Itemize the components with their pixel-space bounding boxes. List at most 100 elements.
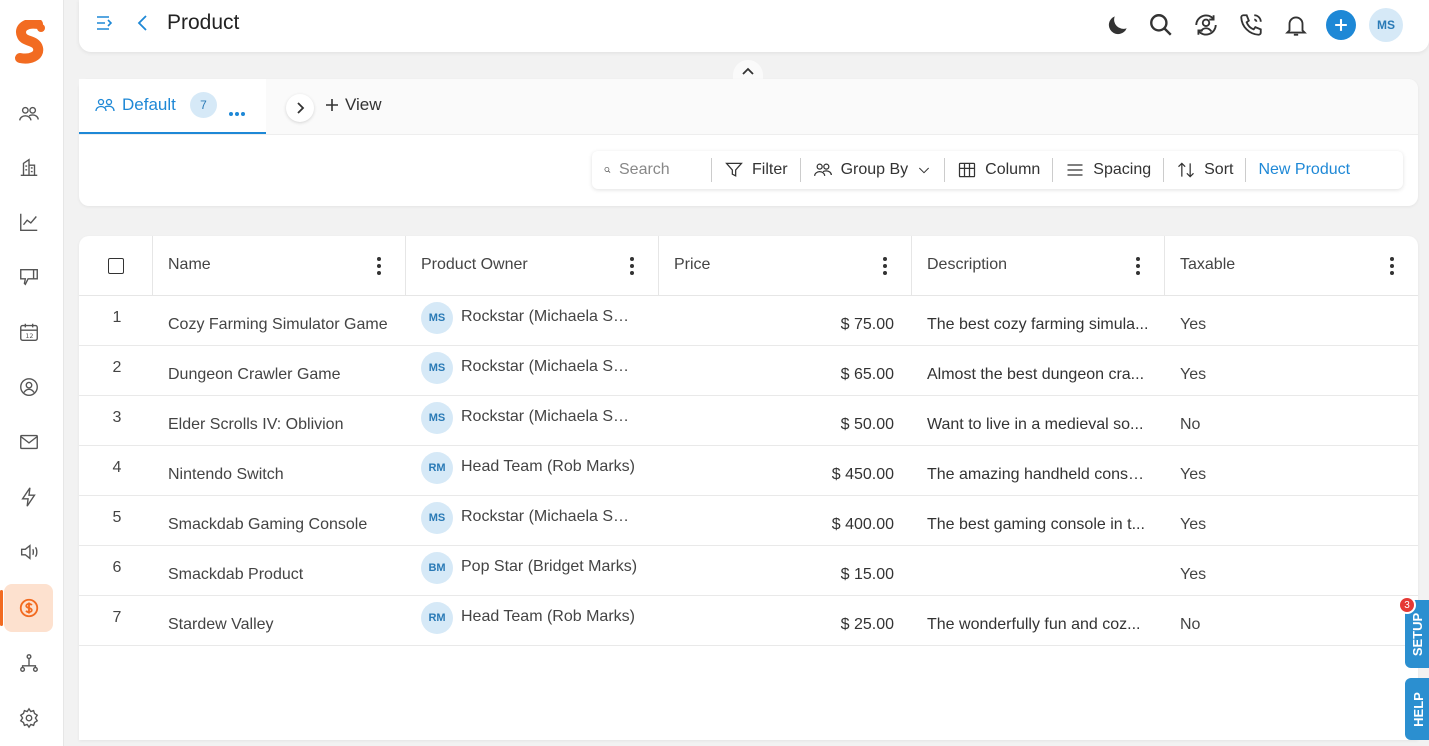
sidebar-item-mail[interactable] (4, 418, 53, 466)
product-name[interactable]: Elder Scrolls IV: Oblivion (168, 416, 398, 434)
phone-button[interactable] (1236, 10, 1266, 40)
owner-avatar: MS (421, 502, 453, 534)
column-label: Column (985, 161, 1041, 178)
scroll-views-button[interactable] (286, 94, 314, 122)
user-avatar[interactable]: MS (1369, 8, 1403, 42)
dark-mode-button[interactable] (1103, 10, 1133, 40)
new-product-button[interactable]: New Product (1246, 158, 1362, 182)
product-description: The best cozy farming simula... (927, 316, 1149, 333)
chevron-down-icon (919, 167, 930, 174)
row-number: 2 (112, 359, 122, 376)
search-box (592, 158, 712, 182)
menu-toggle-icon[interactable] (95, 12, 115, 34)
sidebar-item-feedback[interactable] (4, 253, 53, 301)
product-taxable: Yes (1180, 466, 1207, 483)
tab-default-view[interactable]: Default 7 (79, 79, 266, 134)
notifications-button[interactable] (1281, 10, 1311, 40)
sidebar-item-companies[interactable] (4, 143, 53, 191)
back-icon[interactable] (135, 12, 149, 34)
page-title: Product (167, 11, 240, 34)
spacing-icon (1067, 164, 1083, 176)
select-all-checkbox[interactable] (108, 258, 124, 274)
product-taxable: Yes (1180, 516, 1207, 533)
product-name[interactable]: Stardew Valley (168, 616, 398, 634)
product-description: Want to live in a medieval so... (927, 416, 1144, 433)
product-owner[interactable]: Pop Star (Bridget Marks) (461, 558, 641, 576)
table-row[interactable]: 5 Smackdab Gaming Console MS Rockstar (M… (79, 496, 1418, 546)
column-header-taxable[interactable]: Taxable (1165, 236, 1418, 296)
sidebar-item-campaigns[interactable] (4, 528, 53, 576)
product-description: The wonderfully fun and coz... (927, 616, 1141, 633)
search-button[interactable] (1146, 10, 1176, 40)
owner-avatar: MS (421, 302, 453, 334)
sidebar-item-automation[interactable] (4, 473, 53, 521)
column-menu-icon[interactable] (883, 257, 887, 275)
sidebar-item-profile[interactable] (4, 363, 53, 411)
setup-badge: 3 (1398, 596, 1416, 614)
switch-account-button[interactable] (1191, 10, 1221, 40)
column-header-description[interactable]: Description (912, 236, 1165, 296)
product-description: Almost the best dungeon cra... (927, 366, 1145, 383)
product-name[interactable]: Smackdab Product (168, 566, 398, 584)
spacing-button[interactable]: Spacing (1053, 158, 1165, 182)
help-tab[interactable]: HELP (1405, 678, 1429, 740)
product-name[interactable]: Dungeon Crawler Game (168, 366, 398, 384)
sidebar: 12 (0, 0, 64, 746)
add-view-button[interactable]: View (325, 95, 382, 115)
search-input[interactable] (619, 161, 699, 179)
sidebar-item-hierarchy[interactable] (4, 639, 53, 687)
table-row[interactable]: 3 Elder Scrolls IV: Oblivion MS Rockstar… (79, 396, 1418, 446)
spacing-label: Spacing (1093, 161, 1152, 178)
filter-button[interactable]: Filter (712, 158, 801, 182)
bell-icon (1285, 16, 1307, 36)
product-taxable: Yes (1180, 366, 1207, 383)
app-logo[interactable] (10, 20, 50, 64)
owner-avatar: RM (421, 452, 453, 484)
sidebar-item-products[interactable] (0, 584, 53, 632)
moon-icon (1108, 16, 1127, 35)
group-by-button[interactable]: Group By (801, 158, 946, 182)
product-description: The best gaming console in t... (927, 516, 1145, 533)
calendar-icon: 12 (19, 323, 38, 341)
sync-user-icon (1195, 14, 1217, 36)
sidebar-item-reports[interactable] (4, 198, 53, 246)
column-header-price[interactable]: Price (659, 236, 912, 296)
product-taxable: Yes (1180, 566, 1207, 583)
table-row[interactable]: 7 Stardew Valley RM Head Team (Rob Marks… (79, 596, 1418, 646)
product-owner[interactable]: Head Team (Rob Marks) (461, 458, 641, 476)
sidebar-item-calendar[interactable]: 12 (4, 308, 53, 356)
row-number: 6 (112, 559, 122, 576)
product-name[interactable]: Smackdab Gaming Console (168, 516, 398, 534)
product-name[interactable]: Cozy Farming Simulator Game (168, 316, 398, 334)
sort-button[interactable]: Sort (1164, 158, 1247, 182)
column-header-name[interactable]: Name (153, 236, 406, 296)
column-menu-icon[interactable] (377, 257, 381, 275)
column-menu-icon[interactable] (1136, 257, 1140, 275)
table-row[interactable]: 4 Nintendo Switch RM Head Team (Rob Mark… (79, 446, 1418, 496)
product-owner[interactable]: Rockstar (Michaela Smi... (461, 408, 641, 426)
column-header-label: Taxable (1180, 256, 1236, 273)
contacts-icon (18, 106, 39, 121)
product-owner[interactable]: Rockstar (Michaela Smi... (461, 508, 641, 526)
sidebar-item-settings[interactable] (4, 694, 53, 742)
table-row[interactable]: 6 Smackdab Product BM Pop Star (Bridget … (79, 546, 1418, 596)
table-row[interactable]: 1 Cozy Farming Simulator Game MS Rocksta… (79, 296, 1418, 346)
table-row[interactable]: 2 Dungeon Crawler Game MS Rockstar (Mich… (79, 346, 1418, 396)
product-price: $ 15.00 (840, 566, 894, 583)
product-owner[interactable]: Rockstar (Michaela Smi... (461, 358, 641, 376)
quick-add-button[interactable] (1326, 10, 1356, 40)
setup-label: SETUP (1410, 612, 1426, 656)
settings-icon (19, 707, 38, 729)
product-owner[interactable]: Head Team (Rob Marks) (461, 608, 641, 626)
column-menu-icon[interactable] (630, 257, 634, 275)
column-header-owner[interactable]: Product Owner (406, 236, 659, 296)
svg-text:12: 12 (25, 332, 33, 340)
column-button[interactable]: Column (945, 158, 1054, 182)
product-owner[interactable]: Rockstar (Michaela Smi... (461, 308, 641, 326)
view-options-icon[interactable] (229, 103, 249, 116)
plus-icon (326, 99, 338, 111)
chart-icon (19, 213, 37, 231)
sidebar-item-contacts[interactable] (4, 90, 53, 138)
product-name[interactable]: Nintendo Switch (168, 466, 398, 484)
column-menu-icon[interactable] (1390, 257, 1394, 275)
